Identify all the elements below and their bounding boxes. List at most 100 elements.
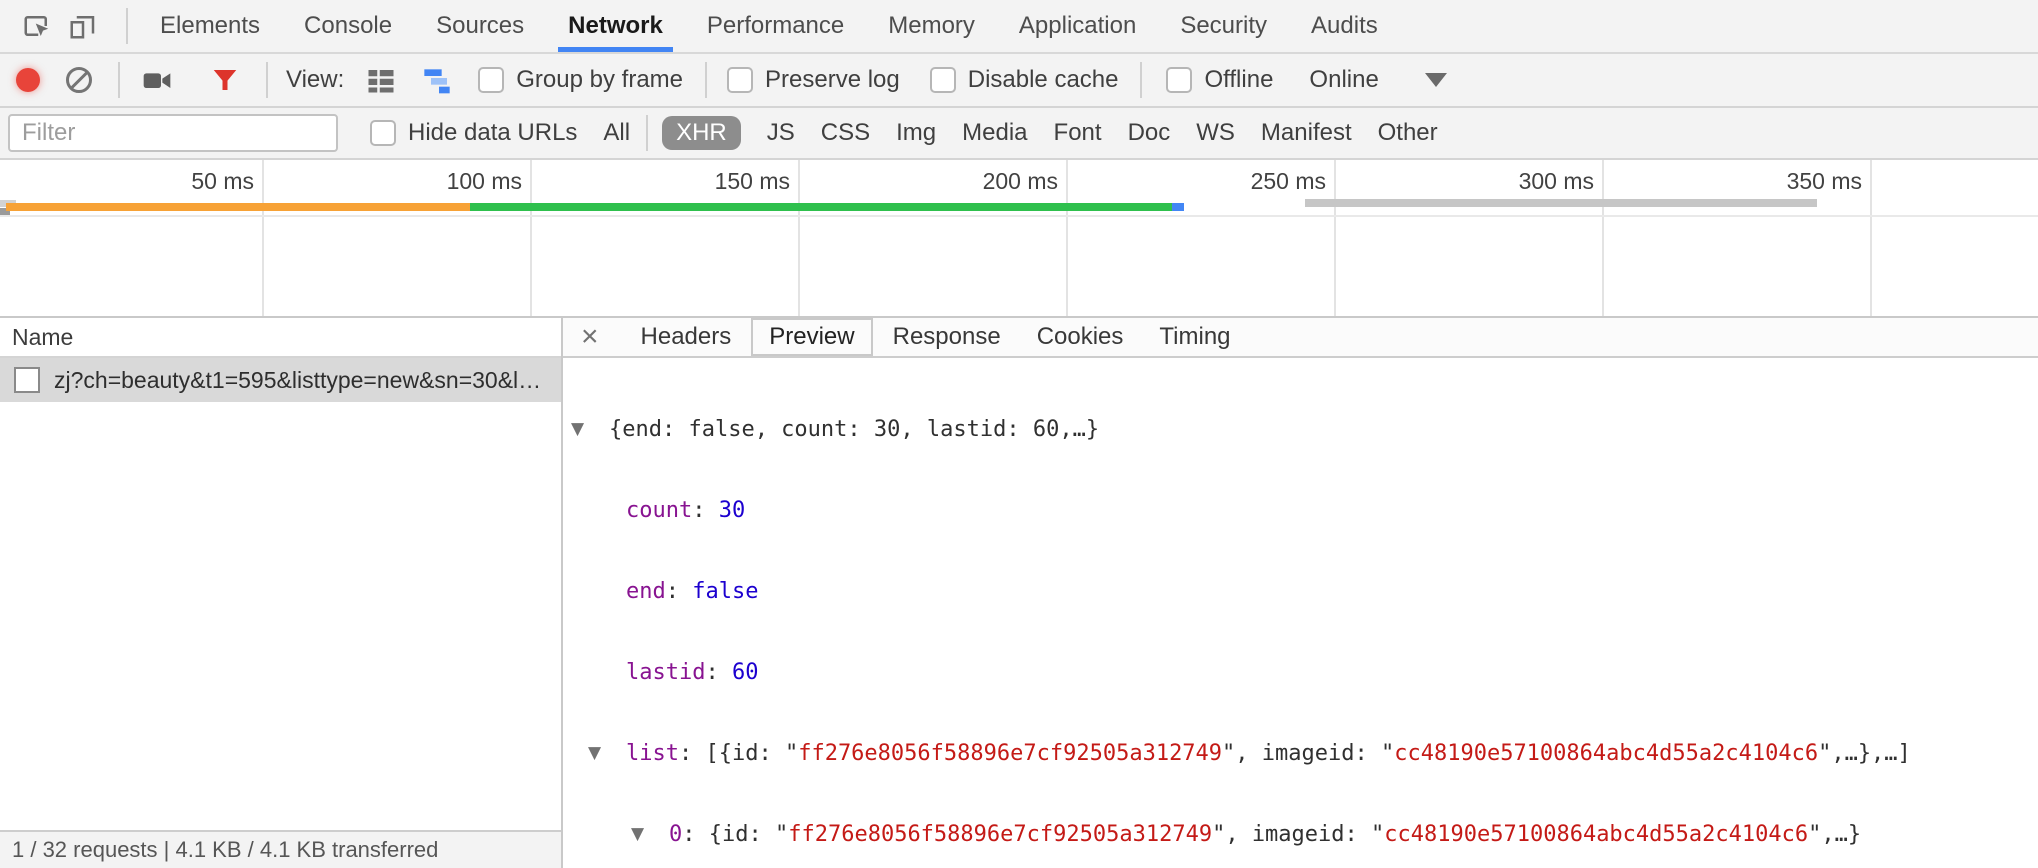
gridline (262, 160, 264, 316)
json-key: end (626, 579, 666, 604)
json-key: 0 (669, 822, 682, 847)
preserve-log-label: Preserve log (765, 66, 900, 94)
detail-tab-label: Response (893, 323, 1001, 351)
detail-tab-label: Preview (769, 323, 854, 351)
tick-label: 300 ms (1344, 168, 1594, 195)
tree-line[interactable]: lastid: 60 (563, 657, 2038, 688)
json-string: ff276e8056f58896e7cf92505a312749 (788, 822, 1212, 847)
detail-tab-response[interactable]: Response (877, 318, 1017, 356)
capture-screenshots-icon[interactable] (134, 57, 180, 103)
large-rows-view-icon[interactable] (358, 57, 404, 103)
request-detail-pane: × Headers Preview Response Cookies Timin… (563, 318, 2038, 868)
expand-arrow-icon[interactable]: ▼ (631, 819, 669, 850)
divider (118, 62, 120, 98)
device-toolbar-icon[interactable] (60, 3, 106, 49)
tab-label: Security (1180, 12, 1267, 40)
network-statusbar: 1 / 32 requests | 4.1 KB / 4.1 KB transf… (0, 830, 561, 868)
preserve-log-checkbox[interactable] (727, 67, 753, 93)
tick-label: 50 ms (4, 168, 254, 195)
tab-label: Elements (160, 12, 260, 40)
tab-application[interactable]: Application (997, 0, 1158, 52)
filter-ws[interactable]: WS (1196, 119, 1235, 147)
tab-label: Audits (1311, 12, 1378, 40)
overview-bar-orange (6, 203, 470, 211)
json-preview-text: ", imageid: " (1212, 822, 1384, 847)
request-row-selected[interactable]: zj?ch=beauty&t1=595&listtype=new&sn=30&l… (0, 358, 561, 402)
detail-tab-preview[interactable]: Preview (751, 318, 872, 356)
detail-tab-timing[interactable]: Timing (1143, 318, 1246, 356)
detail-tab-headers[interactable]: Headers (625, 318, 748, 356)
network-main: Name zj?ch=beauty&t1=595&listtype=new&sn… (0, 318, 2038, 868)
tab-audits[interactable]: Audits (1289, 0, 1400, 52)
inspect-element-icon[interactable] (14, 3, 60, 49)
tab-console[interactable]: Console (282, 0, 414, 52)
filter-input[interactable] (8, 114, 338, 152)
filter-icon[interactable] (202, 57, 248, 103)
close-icon[interactable]: × (581, 322, 599, 352)
filter-js[interactable]: JS (767, 119, 795, 147)
gridline (1334, 160, 1336, 316)
json-key: list (626, 741, 679, 766)
expand-arrow-icon[interactable]: ▼ (588, 738, 626, 769)
filter-other[interactable]: Other (1378, 119, 1438, 147)
filter-xhr[interactable]: XHR (662, 116, 741, 150)
chevron-down-icon[interactable] (1425, 73, 1447, 87)
json-preview-text: [{id: " (705, 741, 798, 766)
tick-label: 250 ms (1076, 168, 1326, 195)
tab-performance[interactable]: Performance (685, 0, 866, 52)
detail-tab-cookies[interactable]: Cookies (1021, 318, 1140, 356)
tab-sources[interactable]: Sources (414, 0, 546, 52)
tick-label: 100 ms (272, 168, 522, 195)
tab-memory[interactable]: Memory (866, 0, 997, 52)
hide-data-urls-checkbox[interactable] (370, 120, 396, 146)
detail-tab-label: Cookies (1037, 323, 1124, 351)
json-key: lastid (626, 660, 705, 685)
tree-line[interactable]: count: 30 (563, 495, 2038, 526)
name-header-label: Name (12, 324, 73, 351)
divider (705, 62, 707, 98)
json-string: cc48190e57100864abc4d55a2c4104c6 (1394, 741, 1818, 766)
filter-css[interactable]: CSS (821, 119, 870, 147)
filter-manifest[interactable]: Manifest (1261, 119, 1352, 147)
filter-doc[interactable]: Doc (1128, 119, 1171, 147)
tab-network[interactable]: Network (546, 0, 685, 52)
tab-security[interactable]: Security (1158, 0, 1289, 52)
clear-requests-icon[interactable] (66, 67, 92, 93)
json-key: count (626, 498, 692, 523)
active-tab-underline (558, 47, 673, 52)
divider (1140, 62, 1142, 98)
tree-line-root[interactable]: ▼{end: false, count: 30, lastid: 60,…} (563, 414, 2038, 445)
filter-font[interactable]: Font (1054, 119, 1102, 147)
tree-line[interactable]: end: false (563, 576, 2038, 607)
json-number: 30 (719, 498, 746, 523)
network-overview[interactable]: 50 ms 100 ms 150 ms 200 ms 250 ms 300 ms… (0, 160, 2038, 318)
overview-bar-green (470, 203, 1172, 211)
offline-checkbox[interactable] (1166, 67, 1192, 93)
expand-arrow-icon[interactable]: ▼ (571, 414, 609, 445)
tab-label: Network (568, 12, 663, 40)
disable-cache-checkbox[interactable] (930, 67, 956, 93)
waterfall-view-icon[interactable] (416, 57, 462, 103)
name-column-header[interactable]: Name (0, 318, 561, 358)
tab-label: Console (304, 12, 392, 40)
json-colon: : (679, 741, 706, 766)
filter-img[interactable]: Img (896, 119, 936, 147)
offline-label: Offline (1204, 66, 1273, 94)
group-by-frame-checkbox[interactable] (478, 67, 504, 93)
gridline (1602, 160, 1604, 316)
filter-all[interactable]: All (603, 119, 630, 147)
tree-line-item-0[interactable]: ▼0: {id: "ff276e8056f58896e7cf92505a3127… (563, 819, 2038, 850)
tab-label: Application (1019, 12, 1136, 40)
network-throttling-select[interactable]: Online (1309, 66, 1378, 94)
filter-media[interactable]: Media (962, 119, 1027, 147)
tick-label: 150 ms (540, 168, 790, 195)
tab-elements[interactable]: Elements (138, 0, 282, 52)
tree-line-list[interactable]: ▼list: [{id: "ff276e8056f58896e7cf92505a… (563, 738, 2038, 769)
record-button[interactable] (16, 68, 40, 92)
tick-label: 200 ms (808, 168, 1058, 195)
overview-bar-gray (1305, 199, 1817, 207)
tab-label: Sources (436, 12, 524, 40)
json-preview-text: {id: " (709, 822, 788, 847)
json-preview-text: ", imageid: " (1222, 741, 1394, 766)
network-filterbar: Hide data URLs All XHR JS CSS Img Media … (0, 108, 2038, 160)
